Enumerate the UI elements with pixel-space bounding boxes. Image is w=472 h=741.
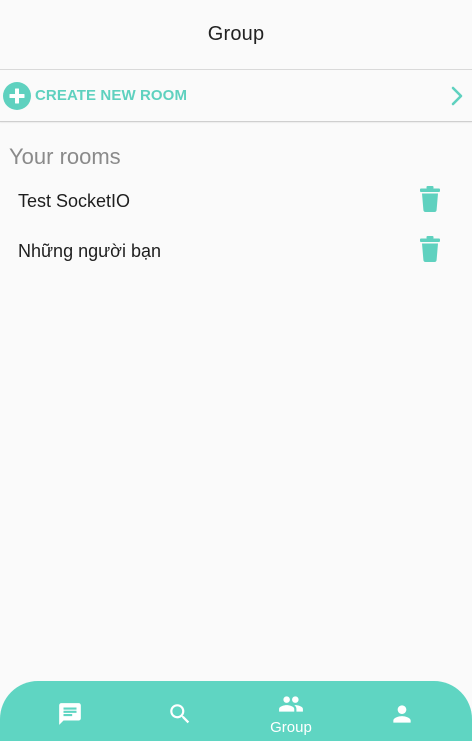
nav-item-search[interactable] (140, 681, 220, 741)
nav-item-profile[interactable] (362, 681, 442, 741)
search-icon (170, 704, 190, 724)
person-icon (393, 705, 411, 723)
nav-label-group: Group (270, 719, 312, 736)
group-icon (279, 696, 303, 712)
nav-item-chat[interactable] (30, 681, 110, 741)
bottom-navigation-bar: Group (0, 681, 472, 741)
chat-icon (59, 703, 81, 725)
trash-icon[interactable] (419, 236, 441, 262)
section-title-your-rooms: Your rooms (9, 144, 121, 169)
create-new-room-button[interactable]: CREATE NEW ROOM (0, 70, 472, 122)
room-name: Những người bạn (18, 241, 161, 261)
room-name: Test SocketIO (18, 191, 131, 211)
trash-icon[interactable] (419, 186, 441, 212)
room-list-item[interactable]: Những người bạn (0, 226, 472, 276)
chevron-right-icon (451, 86, 463, 106)
room-list-item[interactable]: Test SocketIO (0, 176, 472, 226)
page-title: Group (207, 23, 265, 45)
create-new-room-label: CREATE NEW ROOM (35, 87, 188, 104)
nav-item-group[interactable]: Group (251, 681, 331, 741)
app-header: Group (0, 0, 472, 70)
plus-circle-icon (3, 82, 31, 110)
